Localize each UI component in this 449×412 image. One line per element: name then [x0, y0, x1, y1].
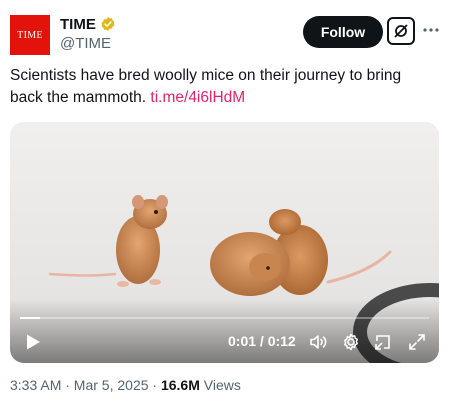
gold-checkmark-icon [101, 17, 115, 31]
fullscreen-icon[interactable] [406, 331, 428, 353]
tweet-header: TIME TIME @TIME Follow [10, 12, 440, 56]
handle[interactable]: @TIME [60, 35, 116, 52]
tweet-link[interactable]: ti.me/4i6lHdM [150, 89, 245, 106]
views-count: 16.6M [160, 377, 200, 393]
views-label: Views [199, 377, 241, 393]
more-dots-icon[interactable] [421, 18, 441, 42]
avatar-logo-text: TIME [17, 29, 43, 41]
picture-in-picture-icon[interactable] [372, 331, 394, 353]
author-names: TIME @TIME [60, 14, 116, 52]
volume-icon[interactable] [307, 331, 329, 353]
avatar[interactable]: TIME [10, 15, 50, 55]
tweet-text: Scientists have bred woolly mice on thei… [10, 65, 430, 109]
settings-gear-icon[interactable] [340, 331, 362, 353]
play-icon[interactable] [24, 333, 42, 351]
progress-fill [20, 317, 41, 319]
progress-bar[interactable] [20, 317, 429, 319]
tweet-meta: 3:33 AM · Mar 5, 2025 · 16.6M Views [10, 377, 241, 393]
video-player[interactable]: 0:01 / 0:12 [10, 122, 439, 363]
display-name[interactable]: TIME [60, 16, 96, 33]
video-time: 0:01 / 0:12 [228, 333, 296, 349]
grok-icon[interactable] [387, 17, 415, 45]
timestamp[interactable]: 3:33 AM · Mar 5, 2025 · [10, 377, 161, 393]
follow-button[interactable]: Follow [303, 16, 383, 48]
